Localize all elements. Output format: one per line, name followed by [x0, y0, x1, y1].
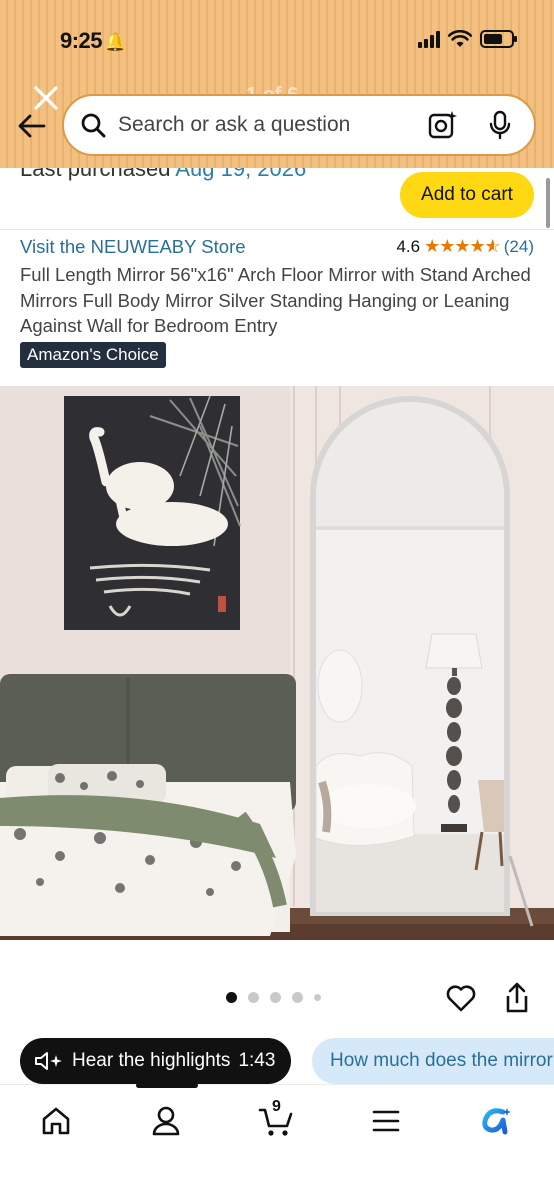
purchase-bar: Last purchased Aug 19, 2026 Add to cart: [0, 168, 554, 230]
camera-lens-icon[interactable]: [428, 110, 458, 140]
arched-mirror: [310, 396, 510, 916]
heart-icon[interactable]: [445, 982, 477, 1014]
carousel-dot[interactable]: [226, 992, 237, 1003]
carousel-dot[interactable]: [270, 992, 281, 1003]
add-to-cart-button[interactable]: Add to cart: [400, 172, 534, 218]
account-icon: [152, 1106, 180, 1136]
store-link[interactable]: Visit the NEUWEABY Store: [20, 236, 246, 258]
rating-value: 4.6: [396, 236, 421, 256]
nav-rufus[interactable]: [476, 1101, 516, 1141]
menu-icon: [372, 1110, 400, 1132]
bottom-navigation: 9: [0, 1083, 554, 1200]
home-icon: [42, 1107, 70, 1135]
microphone-icon[interactable]: [488, 110, 512, 140]
search-icon: [81, 113, 106, 138]
cellular-signal-icon: [418, 30, 440, 48]
suggested-question-label: How much does the mirror weigh?: [330, 1050, 554, 1071]
suggested-question-chip[interactable]: How much does the mirror weigh?: [312, 1038, 554, 1084]
hear-highlights-label: Hear the highlights: [72, 1050, 231, 1071]
product-image[interactable]: [0, 386, 554, 940]
amazons-choice-badge: Amazon's Choice: [20, 342, 166, 368]
status-time: 9:25 🔔: [60, 28, 126, 53]
nav-home[interactable]: [36, 1101, 76, 1141]
nav-account[interactable]: [146, 1101, 186, 1141]
rufus-icon: [482, 1108, 511, 1135]
battery-icon: [480, 30, 517, 48]
wifi-icon: [448, 30, 472, 47]
share-icon[interactable]: [503, 981, 531, 1015]
nav-menu[interactable]: [366, 1101, 406, 1141]
back-arrow-icon[interactable]: [16, 110, 48, 142]
swan-artwork: [64, 395, 241, 630]
active-tab-indicator: [136, 1083, 198, 1088]
status-indicators: [418, 30, 517, 48]
carousel-dot[interactable]: [248, 992, 259, 1003]
cart-count: 9: [272, 1098, 281, 1115]
carousel-dots[interactable]: [226, 992, 321, 1003]
hear-highlights-button[interactable]: Hear the highlights 1:43: [20, 1038, 292, 1084]
star-rating-icon: ★★★★☆ ★: [424, 236, 501, 256]
bell-icon: 🔔: [104, 32, 126, 52]
search-input[interactable]: Search or ask a question: [118, 113, 428, 137]
top-header: 9:25🔔 1 of 6 Search or ask a question: [0, 0, 554, 168]
nav-cart[interactable]: 9: [256, 1098, 296, 1141]
highlights-duration: 1:43: [238, 1050, 276, 1071]
speaker-sparkle-icon: [35, 1052, 62, 1070]
search-bar[interactable]: Search or ask a question: [62, 94, 536, 156]
rating-summary[interactable]: 4.6 ★★★★☆ ★ (24): [396, 236, 534, 257]
product-title: Full Length Mirror 56"x16" Arch Floor Mi…: [20, 264, 531, 336]
carousel-dot[interactable]: [292, 992, 303, 1003]
carousel-dot[interactable]: [314, 994, 321, 1001]
rating-count[interactable]: (24): [504, 237, 534, 257]
close-icon[interactable]: [32, 84, 60, 112]
last-purchased-text: Last purchased Aug 19, 2026: [20, 168, 307, 181]
scrollbar[interactable]: [546, 178, 550, 228]
